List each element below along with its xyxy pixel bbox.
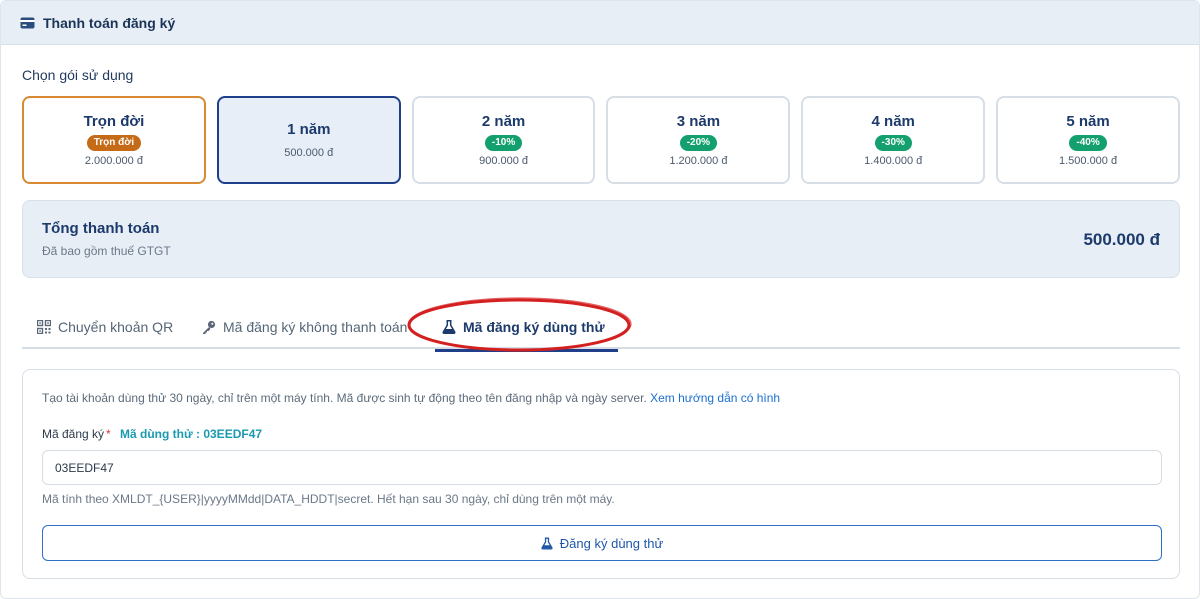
plan-name: 5 năm: [1066, 113, 1110, 130]
plan-lifetime[interactable]: Trọn đời Trọn đời 2.000.000 đ: [22, 96, 206, 184]
trial-description: Tạo tài khoản dùng thử 30 ngày, chỉ trên…: [42, 391, 780, 405]
trial-code-hint: Mã dùng thử : 03EEDF47: [120, 427, 263, 441]
qr-code-icon: [37, 319, 51, 334]
tab-free-registration-code[interactable]: Mã đăng ký không thanh toán: [202, 304, 407, 349]
plan-name: 1 năm: [287, 121, 331, 138]
plan-name: Trọn đời: [83, 113, 145, 130]
plan-name: 4 năm: [871, 113, 915, 130]
plan-4-years[interactable]: 4 năm -30% 1.400.000 đ: [801, 96, 986, 184]
plan-price: 2.000.000 đ: [84, 155, 143, 167]
total-amount: 500.000 đ: [1083, 230, 1160, 249]
registration-code-input[interactable]: [42, 450, 1162, 485]
tab-label: Mã đăng ký không thanh toán: [223, 318, 408, 335]
discount-badge: -40%: [1069, 135, 1107, 151]
plan-name: 3 năm: [676, 113, 721, 130]
required-mark: *: [106, 427, 111, 441]
plan-options: Trọn đời Trọn đời 2.000.000 đ 1 năm 500.…: [22, 96, 1180, 184]
discount-badge: -30%: [874, 135, 912, 151]
plan-price: 1.400.000 đ: [864, 155, 923, 167]
plan-5-years[interactable]: 5 năm -40% 1.500.000 đ: [996, 96, 1180, 184]
flask-icon: [442, 319, 456, 334]
register-trial-button[interactable]: Đăng ký dùng thử: [42, 525, 1162, 561]
discount-badge: -10%: [484, 135, 523, 151]
plan-price: 1.500.000 đ: [1058, 155, 1118, 167]
tab-label: Mã đăng ký dùng thử: [463, 318, 605, 335]
plan-1-year[interactable]: 1 năm 500.000 đ: [216, 96, 401, 184]
plan-badge: Trọn đời: [86, 135, 142, 151]
trial-code-panel: Tạo tài khoản dùng thử 30 ngày, chỉ trên…: [22, 369, 1180, 579]
guide-link[interactable]: Xem hướng dẫn có hình: [650, 391, 780, 405]
card-header: Thanh toán đăng ký: [1, 1, 1199, 45]
plan-2-years[interactable]: 2 năm -10% 900.000 đ: [411, 96, 596, 184]
total-subtitle: Đã bao gồm thuế GTGT: [42, 244, 171, 258]
code-format-note: Mã tính theo XMLDT_{USER}|yyyyMMdd|DATA_…: [42, 492, 615, 506]
plan-price: 900.000 đ: [479, 155, 529, 167]
plan-price: 500.000 đ: [284, 147, 334, 159]
plan-3-years[interactable]: 3 năm -20% 1.200.000 đ: [606, 96, 791, 184]
button-label: Đăng ký dùng thử: [559, 535, 664, 551]
total-payment-box: Tổng thanh toán Đã bao gồm thuế GTGT 500…: [22, 200, 1180, 278]
discount-badge: -20%: [679, 135, 718, 151]
card-title: Thanh toán đăng ký: [43, 14, 176, 31]
field-label-text: Mã đăng ký: [42, 427, 105, 441]
plan-price: 1.200.000 đ: [669, 155, 728, 167]
credit-card-icon: [20, 17, 35, 28]
payment-method-tabs: Chuyển khoản QR Mã đăng ký không thanh t…: [22, 304, 1180, 352]
flask-icon: [541, 537, 553, 549]
subscription-payment-card: Thanh toán đăng ký Chọn gói sử dụng Trọn…: [0, 0, 1200, 599]
plan-name: 2 năm: [481, 113, 526, 130]
total-title: Tổng thanh toán: [42, 220, 160, 237]
trial-description-text: Tạo tài khoản dùng thử 30 ngày, chỉ trên…: [42, 391, 647, 405]
key-icon: [203, 320, 216, 334]
tab-label: Chuyển khoản QR: [58, 318, 174, 335]
plans-section-label: Chọn gói sử dụng: [22, 67, 134, 83]
registration-code-label: Mã đăng ký *: [42, 427, 111, 441]
tab-trial-registration-code[interactable]: Mã đăng ký dùng thử: [435, 304, 618, 352]
tab-qr-transfer[interactable]: Chuyển khoản QR: [37, 304, 173, 349]
